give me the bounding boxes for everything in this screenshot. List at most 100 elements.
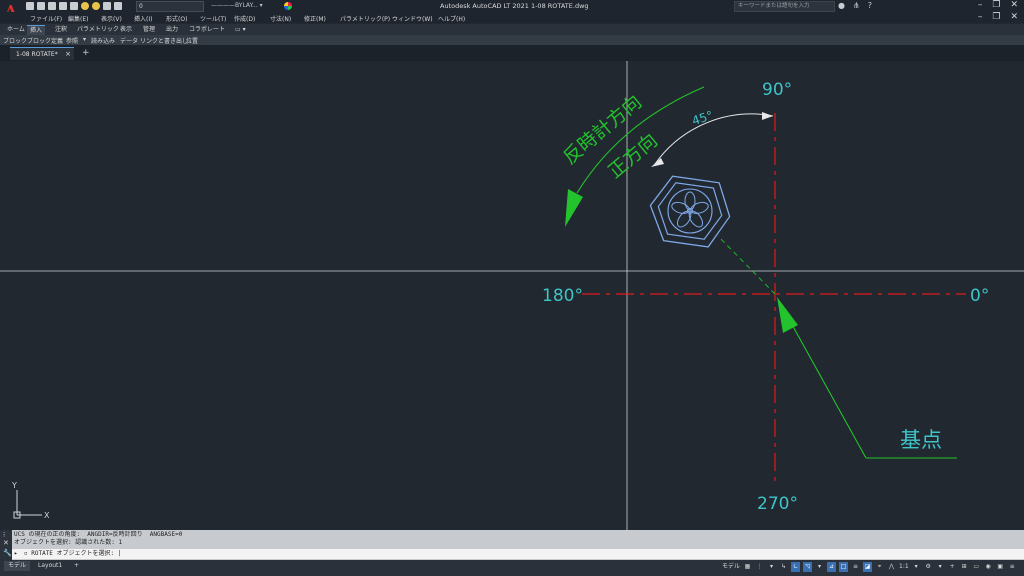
status-toggles: モデル ▦ ⋮ ▾ ↳ ∟ ◹ ▾ ⊿ □ ≡ ◪ ⌖ ⋀ 1:1 ▾ ⚙ ▾ … [722,562,1017,572]
linetype-value: BYLAY... [235,2,258,9]
panel-import[interactable]: 読み込み [91,36,115,45]
tab-manage[interactable]: 管理 [140,25,158,34]
clean-screen-icon[interactable]: ▣ [996,562,1005,572]
annotation-scale[interactable]: 1:1 [899,562,909,572]
scale-chevron-icon[interactable]: ▾ [912,562,921,572]
model-space-button[interactable]: モデル [722,562,740,572]
isolate-objects-icon[interactable]: ◉ [984,562,993,572]
new-file-icon[interactable] [26,2,34,10]
ucs-y-label: Y [11,481,17,490]
menu-file[interactable]: ファイル(F) [30,14,62,23]
linetype-dropdown[interactable]: ————BYLAY... ▾ [211,1,273,10]
status-bar: モデル Layout1 + モデル ▦ ⋮ ▾ ↳ ∟ ◹ ▾ ⊿ □ ≡ ◪ … [0,560,1024,576]
panel-reference-chevron-icon[interactable]: ▾ [83,36,86,43]
layer-color-icon[interactable] [114,2,122,10]
tab-annotate[interactable]: 注釈 [52,25,70,34]
help-icon[interactable]: ? [868,1,872,10]
menu-format[interactable]: 形式(O) [166,14,187,23]
units-icon[interactable]: ⊞ [960,562,969,572]
tab-model[interactable]: モデル [4,561,31,571]
customization-icon[interactable]: ≡ [1008,562,1017,572]
ribbon-toggle-button[interactable]: ▭ ▾ [232,25,249,34]
close-icon[interactable]: ✕ [1010,0,1018,10]
doc-tab-rotate[interactable]: 1-08 ROTATE* × [10,47,74,60]
quick-access-toolbar [26,1,122,11]
search-input[interactable]: キーワードまたは語句を入力 [734,1,835,12]
workspace-chevron-icon[interactable]: ▾ [936,562,945,572]
positive-direction-text: 正方向 [604,129,662,183]
layer-on-icon[interactable] [81,2,89,10]
layer-dropdown[interactable]: 0 [136,1,204,12]
doc-restore-icon[interactable]: ❐ [992,12,1000,22]
polar-tracking-icon[interactable]: ◹ [803,562,813,572]
restore-icon[interactable]: ❐ [992,0,1000,10]
tab-output[interactable]: 出力 [163,25,181,34]
save-as-icon[interactable] [59,2,67,10]
label-270: 270° [757,494,798,514]
doc-tab-close-icon[interactable]: × [65,48,71,61]
menu-window[interactable]: ウィンドウ(W) [392,14,433,23]
menu-edit[interactable]: 編集(E) [68,14,88,23]
panel-data[interactable]: データ [120,36,138,45]
doc-window-controls: – ❐ ✕ [978,12,1018,22]
panel-location[interactable]: 位置 [186,36,198,45]
panel-block-definition[interactable]: ブロック定義 [27,36,63,45]
menu-modify[interactable]: 修正(M) [304,14,326,23]
ortho-icon[interactable]: ∟ [791,562,801,572]
print-icon[interactable] [70,2,78,10]
layer-freeze-icon[interactable] [92,2,100,10]
tab-insert[interactable]: 挿入 [27,25,46,35]
panel-link-export[interactable]: リンクと書き出し [140,36,188,45]
tab-view[interactable]: 表示 [117,25,135,34]
snap-icon[interactable]: ⋮ [755,562,764,572]
user-icon[interactable]: ● [838,1,845,10]
customize-wrench-icon[interactable]: 🔧 [3,549,12,557]
lineweight-icon[interactable]: ≡ [851,562,860,572]
layer-lock-icon[interactable] [103,2,111,10]
tab-parametric[interactable]: パラメトリック [74,25,122,34]
open-file-icon[interactable] [37,2,45,10]
annotation-visibility-icon[interactable]: ⋀ [887,562,896,572]
isodraft-icon[interactable]: ▾ [815,562,824,572]
dynamic-input-icon[interactable]: ↳ [779,562,788,572]
label-180: 180° [542,286,583,306]
recent-commands-icon[interactable]: ▸ [14,549,18,559]
drawing-canvas[interactable]: 90° 180° 0° 270° 45° 反時計方向 正方向 基点 Y X [0,61,1024,530]
grip-icon[interactable]: ⁝ [3,531,5,539]
command-input[interactable]: ▸ ▫ ROTATE オブジェクトを選択: | [12,549,1024,559]
doc-minimize-icon[interactable]: – [978,12,983,22]
color-wheel-icon[interactable] [284,2,292,10]
menu-insert[interactable]: 挿入(I) [134,14,152,23]
panel-reference[interactable]: 参照 [66,36,78,45]
grid-icon[interactable]: ▦ [743,562,752,572]
menu-view[interactable]: 表示(V) [101,14,122,23]
hardware-acceleration-icon[interactable]: ▭ [972,562,981,572]
menu-help[interactable]: ヘルプ(H) [438,14,465,23]
infer-constraints-icon[interactable]: ▾ [767,562,776,572]
workspace-gear-icon[interactable]: ⚙ [924,562,933,572]
annotation-monitor-icon[interactable]: + [948,562,957,572]
tab-home[interactable]: ホーム [4,25,28,34]
selection-cycling-icon[interactable]: ⌖ [875,562,884,572]
doc-close-icon[interactable]: ✕ [1010,12,1018,22]
menu-parametric[interactable]: パラメトリック(P) [340,14,390,23]
menu-draw[interactable]: 作成(D) [234,14,255,23]
new-tab-button[interactable]: + [82,48,90,58]
minimize-icon[interactable]: – [978,0,983,10]
window-title: Autodesk AutoCAD LT 2021 1-08 ROTATE.dwg [440,2,589,10]
panel-block[interactable]: ブロック [3,36,27,45]
label-90: 90° [762,80,792,100]
share-icon[interactable]: ⋔ [853,1,860,10]
add-layout-button[interactable]: + [70,561,83,571]
hexagon-object[interactable] [646,174,734,250]
menu-dimension[interactable]: 寸法(N) [270,14,291,23]
tab-collaborate[interactable]: コラボレート [186,25,228,34]
tab-layout1[interactable]: Layout1 [34,561,66,571]
transparency-icon[interactable]: ◪ [863,562,873,572]
ucs-x-label: X [44,511,50,520]
object-snap-icon[interactable]: □ [839,562,849,572]
save-icon[interactable] [48,2,56,10]
object-snap-tracking-icon[interactable]: ⊿ [827,562,837,572]
menu-tools[interactable]: ツール(T) [200,14,226,23]
command-close-icon[interactable]: ✕ [3,539,9,547]
